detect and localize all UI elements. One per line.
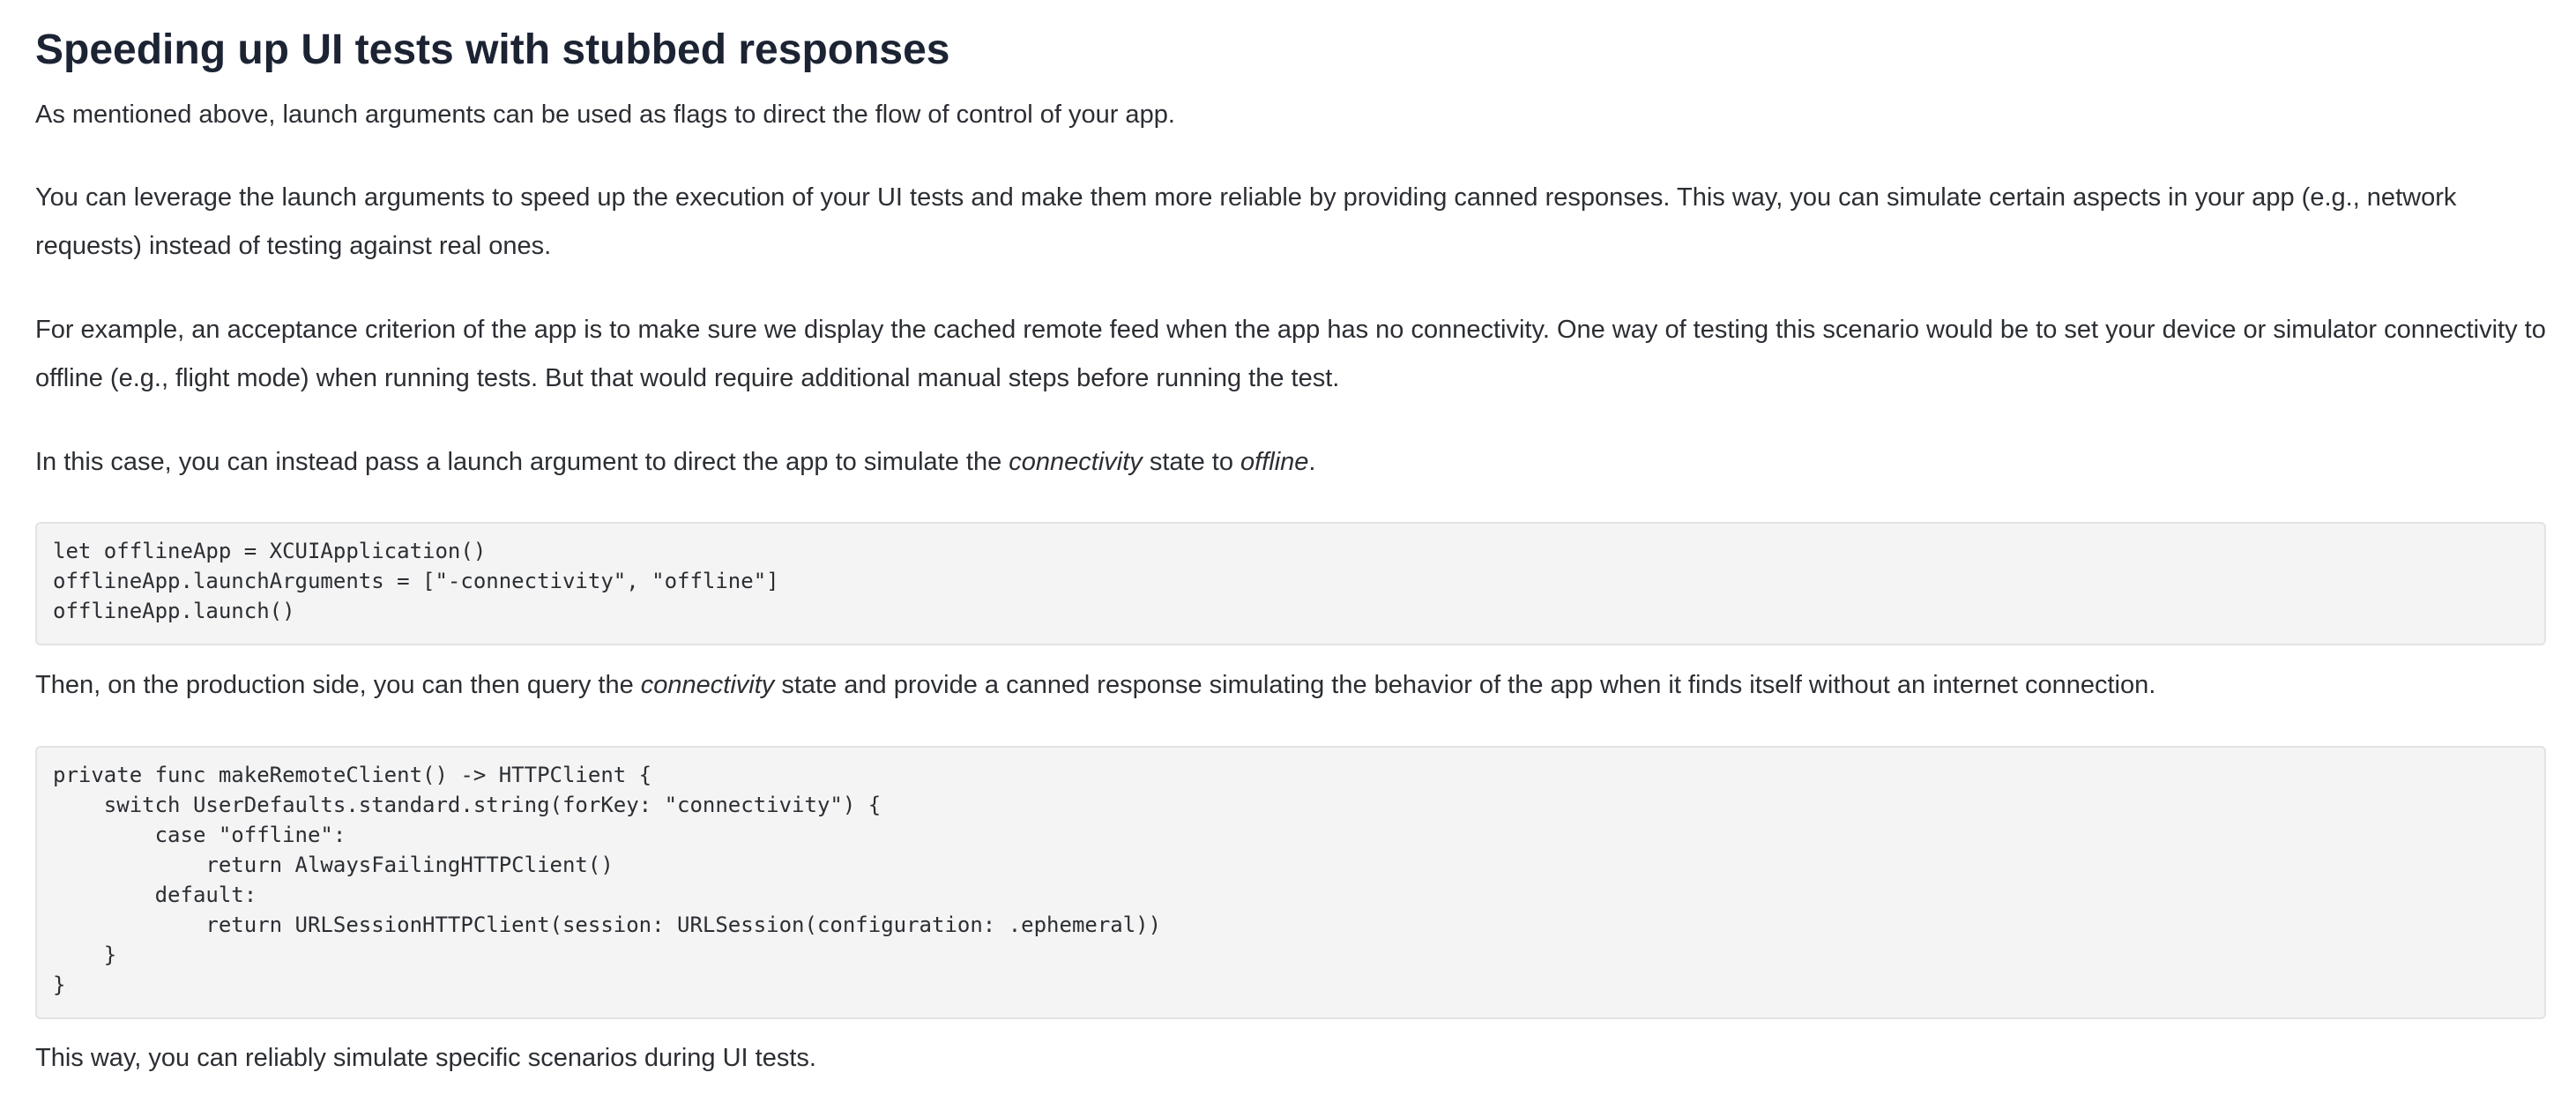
code-line: offlineApp.launchArguments = ["-connecti… [53, 569, 779, 593]
code-block-launch: let offlineApp = XCUIApplication() offlin… [35, 522, 2546, 645]
code-block-remote-client: private func makeRemoteClient() -> HTTPC… [35, 746, 2546, 1019]
code-line: } [53, 972, 66, 997]
paragraph-text: Then, on the production side, you can th… [35, 671, 641, 699]
emphasis-connectivity: connectivity [640, 671, 775, 699]
paragraph-text: state and provide a canned response simu… [774, 671, 2156, 699]
paragraph-text: In this case, you can instead pass a lau… [35, 448, 1009, 476]
paragraph-launch-argument: In this case, you can instead pass a lau… [35, 438, 2557, 487]
article: Speeding up UI tests with stubbed respon… [0, 0, 2576, 1095]
code-line: case "offline": [53, 823, 346, 847]
code-line: switch UserDefaults.standard.string(forK… [53, 793, 882, 817]
code-line: return URLSessionHTTPClient(session: URL… [53, 912, 1162, 937]
emphasis-offline: offline [1240, 448, 1309, 476]
code-line: let offlineApp = XCUIApplication() [53, 539, 487, 563]
code-line: offlineApp.launch() [53, 599, 295, 623]
paragraph-example: For example, an acceptance criterion of … [35, 316, 2546, 392]
code-line: return AlwaysFailingHTTPClient() [53, 853, 614, 877]
paragraph-conclusion: This way, you can reliably simulate spec… [35, 1044, 816, 1072]
paragraph-intro: As mentioned above, launch arguments can… [35, 101, 1175, 129]
code-line: private func makeRemoteClient() -> HTTPC… [53, 763, 652, 787]
code-line: default: [53, 883, 257, 907]
paragraph-text: state to [1142, 448, 1241, 476]
paragraph-text: . [1308, 448, 1316, 476]
section-heading: Speeding up UI tests with stubbed respon… [35, 26, 950, 73]
emphasis-connectivity: connectivity [1009, 448, 1143, 476]
paragraph-production-side: Then, on the production side, you can th… [35, 661, 2557, 710]
paragraph-canned-responses: You can leverage the launch arguments to… [35, 183, 2457, 260]
code-line: } [53, 942, 117, 967]
